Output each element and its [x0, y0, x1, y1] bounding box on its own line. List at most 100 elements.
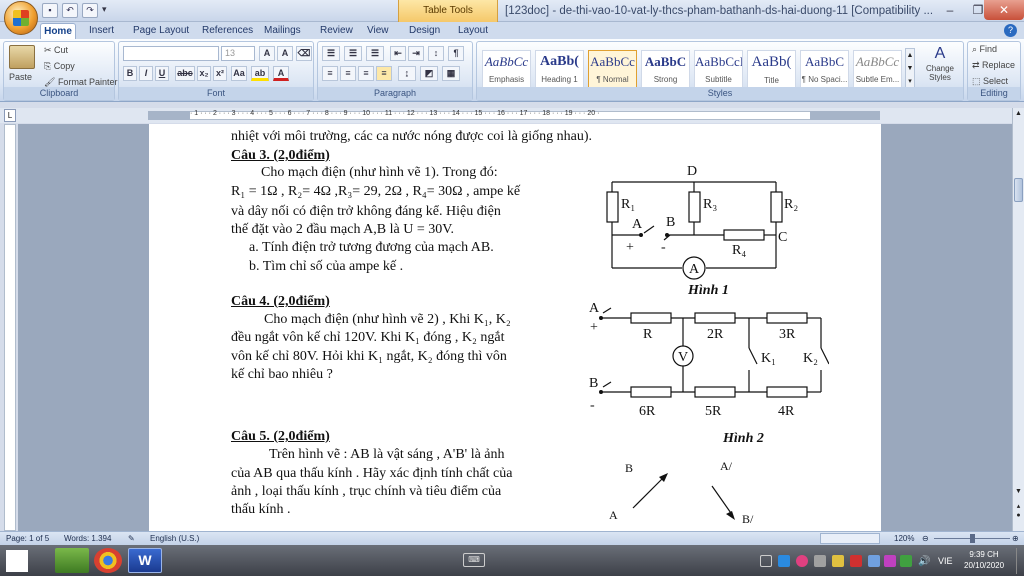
multilevel-button[interactable]: ☰	[366, 46, 384, 61]
style-title[interactable]: AaBb(Title	[747, 50, 796, 88]
word-taskbar-icon[interactable]: W	[128, 548, 162, 573]
font-size-box[interactable]: 13	[221, 46, 255, 61]
style-strong[interactable]: AaBbC Strong	[641, 50, 690, 88]
taskbar-app-icon[interactable]	[55, 548, 89, 573]
proofing-icon[interactable]: ✎	[128, 532, 135, 545]
tab-home[interactable]: Home	[40, 23, 76, 39]
tray-icon-8[interactable]	[884, 555, 896, 567]
page-count[interactable]: Page: 1 of 5	[6, 532, 49, 545]
change-case-button[interactable]: Aa	[231, 66, 247, 81]
cut-button[interactable]: ✂ Cut	[44, 45, 68, 56]
italic-button[interactable]: I	[139, 66, 153, 81]
bold-button[interactable]: B	[123, 66, 137, 81]
view-buttons[interactable]	[820, 533, 880, 544]
tray-icon-4[interactable]	[814, 555, 826, 567]
font-color-button[interactable]: A	[273, 66, 289, 81]
tray-icon-9[interactable]	[900, 555, 912, 567]
numbering-button[interactable]: ☰	[344, 46, 362, 61]
scroll-down-icon[interactable]: ▼	[1014, 488, 1023, 498]
paste-button[interactable]: Paste	[9, 72, 32, 82]
bullets-button[interactable]: ☰	[322, 46, 340, 61]
scroll-up-icon[interactable]: ▲	[1014, 110, 1023, 120]
borders-button[interactable]: ▦	[442, 66, 460, 81]
font-name-box[interactable]	[123, 46, 219, 61]
increase-indent-button[interactable]: ⇥	[408, 46, 424, 61]
word-count[interactable]: Words: 1.394	[64, 532, 111, 545]
tab-selector-icon[interactable]: L	[4, 109, 16, 122]
tray-icon-2[interactable]	[778, 555, 790, 567]
windows-start-icon[interactable]	[6, 550, 28, 572]
select-button[interactable]: ⬚ Select	[972, 76, 1008, 87]
align-center-button[interactable]: ≡	[340, 66, 356, 81]
tab-page-layout[interactable]: Page Layout	[130, 23, 192, 39]
input-language[interactable]: VIE	[938, 556, 953, 566]
align-right-button[interactable]: ≡	[358, 66, 374, 81]
sort-button[interactable]: ↕	[428, 46, 444, 61]
justify-button[interactable]: ≡	[376, 66, 392, 81]
show-marks-button[interactable]: ¶	[448, 46, 464, 61]
change-styles-button[interactable]: A Change Styles	[919, 44, 961, 88]
tab-review[interactable]: Review	[317, 23, 356, 39]
save-icon[interactable]: ▪	[42, 3, 58, 18]
find-button[interactable]: ⌕ Find	[972, 44, 997, 55]
keyboard-icon[interactable]: ⌨	[463, 553, 485, 567]
paste-icon[interactable]	[9, 45, 35, 69]
tray-icon-7[interactable]	[868, 555, 880, 567]
align-left-button[interactable]: ≡	[322, 66, 338, 81]
styles-scroll[interactable]: ▲ ▼ ▾	[905, 48, 915, 88]
minimize-button[interactable]: –	[936, 0, 964, 20]
copy-button[interactable]: ⎘ Copy	[44, 61, 75, 72]
style-subtle-emphasis[interactable]: AaBbCc Subtle Em...	[853, 50, 902, 88]
select-browse-icon[interactable]: ●	[1014, 512, 1023, 522]
grow-font-button[interactable]: A	[259, 46, 275, 61]
tray-icon-5[interactable]	[832, 555, 844, 567]
close-button[interactable]: ✕	[984, 0, 1024, 20]
prev-page-icon[interactable]: ▴	[1014, 502, 1023, 512]
style-no-spacing[interactable]: AaBbC ¶ No Spaci...	[800, 50, 849, 88]
tray-icon-6[interactable]	[850, 555, 862, 567]
chrome-icon[interactable]	[94, 548, 122, 573]
document-page[interactable]: nhiệt với môi trường, các ca nước nóng đ…	[149, 124, 881, 531]
vertical-scrollbar[interactable]: ▲ ▼ ▴ ●	[1012, 108, 1024, 531]
subscript-button[interactable]: x₂	[197, 66, 211, 81]
style-heading-1[interactable]: AaBb(Heading 1	[535, 50, 584, 88]
zoom-out-icon[interactable]: ⊖	[922, 532, 929, 545]
tab-layout[interactable]: Layout	[455, 23, 491, 39]
style-normal[interactable]: AaBbCc ¶ Normal	[588, 50, 637, 88]
shading-button[interactable]: ◩	[420, 66, 438, 81]
decrease-indent-button[interactable]: ⇤	[390, 46, 406, 61]
help-icon[interactable]: ?	[1004, 24, 1017, 37]
scroll-thumb[interactable]	[1014, 178, 1023, 202]
volume-icon[interactable]: 🔊	[918, 556, 930, 567]
superscript-button[interactable]: x²	[213, 66, 227, 81]
office-button[interactable]	[4, 1, 38, 35]
tab-design[interactable]: Design	[406, 23, 443, 39]
shrink-font-button[interactable]: A	[277, 46, 293, 61]
highlight-button[interactable]: ab	[251, 66, 269, 81]
show-desktop-button[interactable]	[1016, 548, 1022, 574]
text-line: nhiệt với môi trường, các ca nước nóng đ…	[231, 129, 593, 144]
horizontal-ruler[interactable]: · 1 · · · 2 · · · 3 · · · 4 · · · 5 · · …	[0, 108, 1024, 123]
clear-format-button[interactable]: ⌫	[296, 46, 312, 61]
vertical-ruler[interactable]	[4, 124, 16, 531]
tab-view[interactable]: View	[364, 23, 392, 39]
style-emphasis[interactable]: AaBbCc Emphasis	[482, 50, 531, 88]
line-spacing-button[interactable]: ↨	[398, 66, 416, 81]
tray-icon-3[interactable]	[796, 555, 808, 567]
language-indicator[interactable]: English (U.S.)	[150, 532, 199, 545]
underline-button[interactable]: U	[155, 66, 169, 81]
tab-references[interactable]: References	[199, 23, 256, 39]
redo-icon[interactable]: ↷	[82, 3, 98, 18]
undo-icon[interactable]: ↶	[62, 3, 78, 18]
clock[interactable]: 9:39 CH 20/10/2020	[964, 549, 1004, 571]
tray-icon-1[interactable]	[760, 555, 772, 567]
customize-toolbar-icon[interactable]: ▾	[102, 4, 107, 15]
zoom-in-icon[interactable]: ⊕	[1012, 532, 1019, 545]
zoom-level[interactable]: 120%	[894, 532, 914, 545]
zoom-slider-thumb[interactable]	[970, 534, 975, 543]
strikethrough-button[interactable]: abc	[175, 66, 195, 81]
tab-mailings[interactable]: Mailings	[261, 23, 304, 39]
style-subtitle[interactable]: AaBbCcI Subtitle	[694, 50, 743, 88]
tab-insert[interactable]: Insert	[86, 23, 117, 39]
replace-button[interactable]: ⇄ Replace	[972, 60, 1015, 71]
